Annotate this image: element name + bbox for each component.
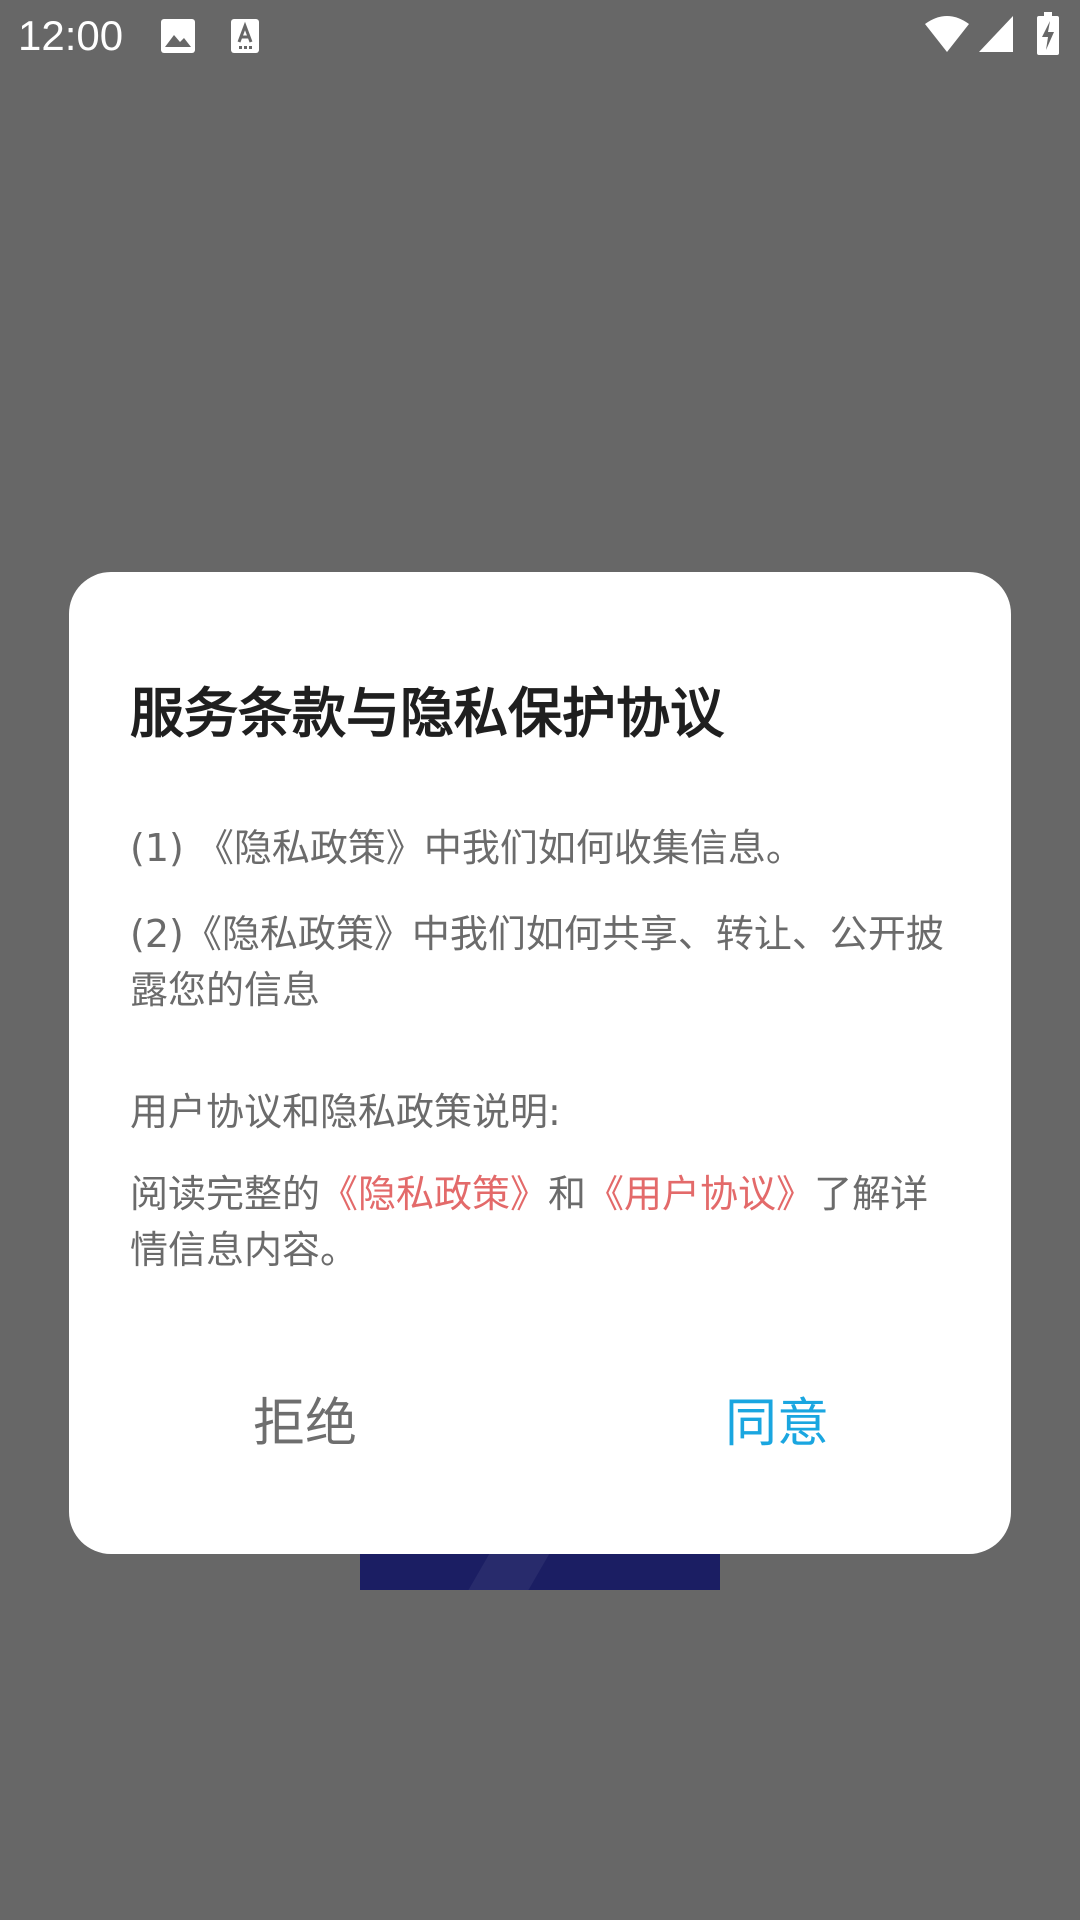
read-prefix: 阅读完整的 <box>130 1172 321 1216</box>
and-text: 和 <box>548 1172 587 1216</box>
section-heading: 用户协议和隐私政策说明: <box>130 1090 561 1134</box>
dialog-title: 服务条款与隐私保护协议 <box>130 682 724 745</box>
wifi-icon <box>924 14 970 58</box>
privacy-policy-link[interactable]: 《隐私政策》 <box>320 1172 548 1216</box>
battery-charging-icon <box>1036 12 1060 60</box>
reject-button[interactable]: 拒绝 <box>253 1392 357 1456</box>
status-time: 12:00 <box>18 12 124 59</box>
policy-item-2: (2)《隐私政策》中我们如何共享、转让、公开披露您的信息 <box>130 912 944 1012</box>
image-icon <box>160 18 196 58</box>
read-full-text: 阅读完整的《隐私政策》和《用户协议》了解详情信息内容。 <box>130 1166 950 1278</box>
privacy-agreement-dialog: 服务条款与隐私保护协议 (1) 《隐私政策》中我们如何收集信息。 (2)《隐私政… <box>69 572 1011 1554</box>
status-bar: 12:00 <box>0 0 1080 72</box>
signal-icon <box>978 14 1014 58</box>
user-agreement-link[interactable]: 《用户协议》 <box>586 1172 814 1216</box>
agree-button[interactable]: 同意 <box>725 1392 829 1456</box>
policy-item-1: (1) 《隐私政策》中我们如何收集信息。 <box>130 826 804 870</box>
text-input-icon <box>230 18 260 58</box>
